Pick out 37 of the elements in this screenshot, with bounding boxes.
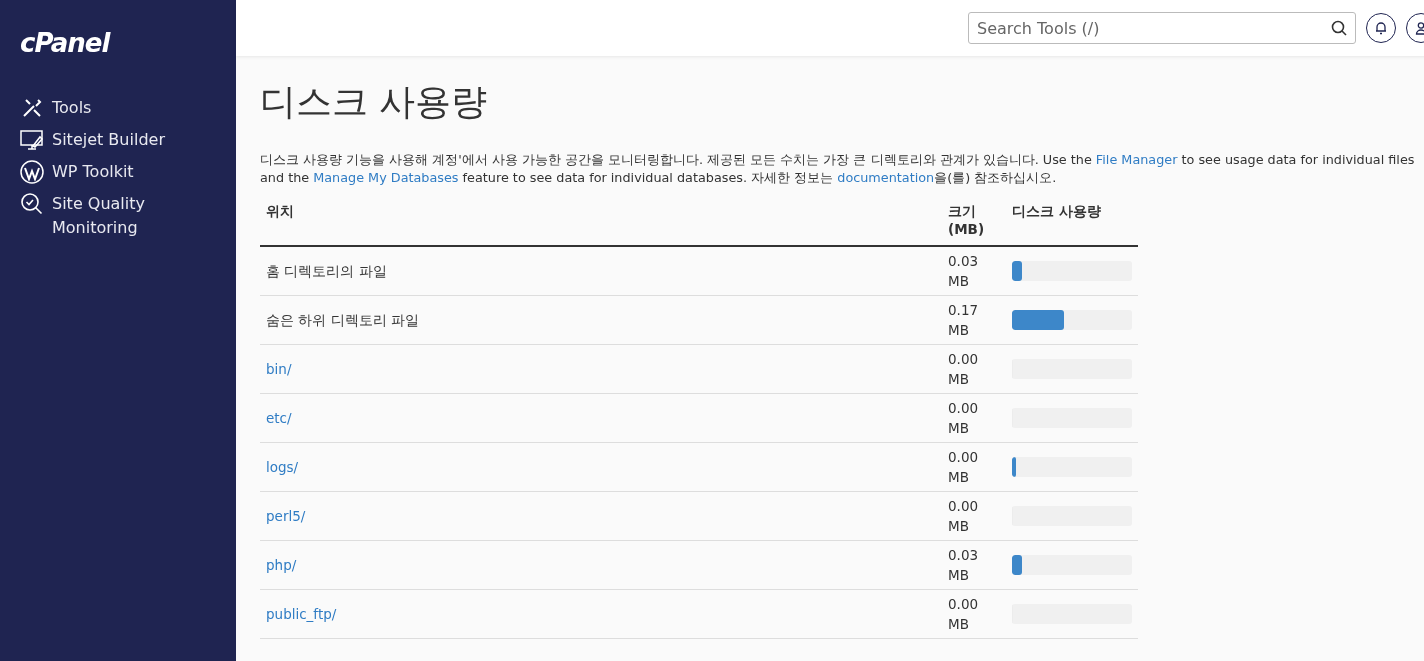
description-paragraph: 디스크 사용량 기능을 사용해 계정'에서 사용 가능한 공간을 모니터링합니다. 제공된 모든 수치는 가장 큰 디렉토리와 관계가 있습니다. Use the File Manager to see usage data for individual files and the Manage My Databases feature to see data for individual databases. 자세한 정보는 documentation을(를) 참조하십시오. (260, 151, 1416, 187)
column-header: 크기 (MB) (942, 195, 998, 246)
sidebar-item[interactable]: Site Quality Monitoring (20, 192, 190, 240)
page-title: 디스크 사용량 (260, 80, 489, 124)
size-cell: 0.03 MB (948, 547, 979, 583)
sidebar-item[interactable]: WP Toolkit (20, 160, 190, 184)
location-cell: 홈 디렉토리의 파일 (266, 263, 387, 279)
column-header: 위치 (260, 195, 942, 246)
column-header: 디스크 사용량 (998, 195, 1138, 246)
size-cell: 0.00 MB (948, 596, 979, 632)
directory-link[interactable]: php/ (266, 557, 297, 573)
text-link[interactable]: Manage My Databases (313, 170, 459, 185)
size-cell: 0.17 MB (948, 302, 979, 338)
size-cell: 0.00 MB (948, 449, 979, 485)
wordpress-icon (20, 160, 44, 184)
size-cell: 0.00 MB (948, 400, 979, 436)
monitor-pencil-icon (20, 128, 44, 152)
search-icon (1331, 20, 1347, 36)
sidebar-item[interactable]: Tools (20, 96, 190, 120)
cpanel-logo[interactable]: cPanel (20, 28, 110, 58)
text-link[interactable]: File Manager (1095, 152, 1178, 167)
bell-icon (1374, 21, 1388, 35)
magnifier-check-icon (20, 192, 44, 216)
size-cell: 0.00 MB (948, 498, 979, 534)
location-cell: 숨은 하위 디렉토리 파일 (266, 312, 419, 328)
directory-link[interactable]: perl5/ (266, 508, 306, 524)
directory-link[interactable]: etc/ (266, 410, 292, 426)
size-cell: 0.03 MB (948, 253, 979, 289)
notifications-button[interactable] (1366, 13, 1396, 43)
directory-link[interactable]: logs/ (266, 459, 299, 475)
sidebar-item[interactable]: Sitejet Builder (20, 128, 190, 152)
directory-link[interactable]: public_ftp/ (266, 606, 337, 622)
directory-link[interactable]: bin/ (266, 361, 292, 377)
user-icon (1414, 21, 1424, 35)
search-field[interactable]: Search Tools (/) (968, 12, 1356, 44)
text-link[interactable]: documentation (837, 170, 935, 185)
size-cell: 0.00 MB (948, 351, 979, 387)
